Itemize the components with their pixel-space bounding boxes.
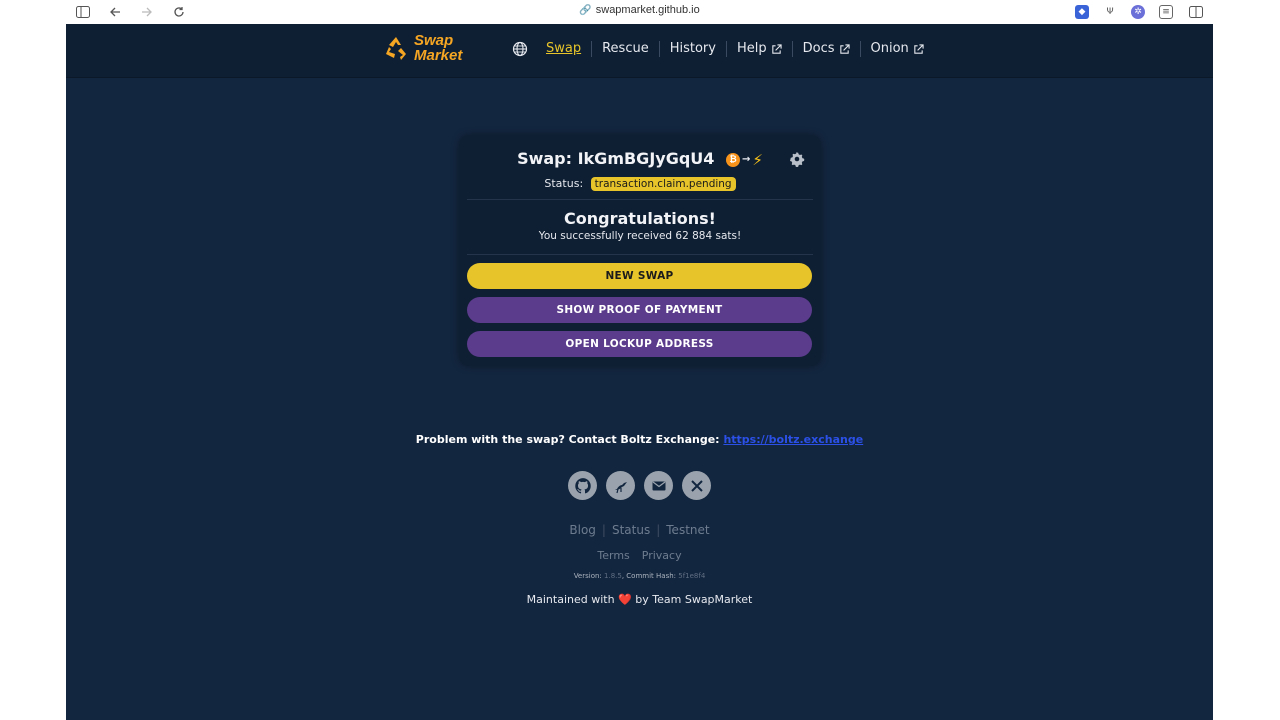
nav-item-history[interactable]: History — [658, 41, 726, 57]
version-value[interactable]: 1.8.5 — [604, 572, 622, 580]
separator: | — [656, 523, 661, 537]
commit-hash[interactable]: 5f1e8f4 — [678, 572, 705, 580]
footer-link-status[interactable]: Status — [612, 523, 650, 537]
footer-link-blog[interactable]: Blog — [569, 523, 596, 537]
nav-links: Swap Rescue History Help Docs Onion — [512, 41, 934, 57]
address-bar[interactable]: 🔗 swapmarket.github.io — [66, 4, 1213, 16]
boltz-link[interactable]: https://boltz.exchange — [723, 433, 863, 446]
maintained-prefix: Maintained with — [526, 593, 615, 606]
commit-label: , Commit Hash: — [621, 572, 677, 580]
legal-links: Terms Privacy — [66, 549, 1213, 562]
url-text: swapmarket.github.io — [595, 4, 700, 16]
nav-item-onion[interactable]: Onion — [859, 41, 934, 57]
nav-item-label: History — [669, 41, 716, 56]
extension-gear-icon[interactable]: ✲ — [1131, 5, 1145, 19]
globe-icon[interactable] — [512, 41, 528, 57]
footer-links: Blog | Status | Testnet — [66, 523, 1213, 537]
external-link-icon — [771, 43, 782, 54]
status-badge: transaction.claim.pending — [590, 177, 736, 191]
problem-contact: Problem with the swap? Contact Boltz Exc… — [66, 433, 1213, 446]
congrats-title: Congratulations! — [564, 209, 716, 228]
separator: | — [601, 523, 606, 537]
extension-shield-icon[interactable]: ◆ — [1075, 5, 1089, 19]
version-info: Version: 1.8.5, Commit Hash: 5f1e8f4 — [66, 572, 1213, 580]
footer-link-terms[interactable]: Terms — [597, 549, 629, 562]
bitcoin-icon: ₿ — [725, 152, 740, 167]
nav-item-label: Docs — [802, 41, 835, 56]
x-twitter-icon[interactable] — [682, 471, 711, 500]
divider — [467, 254, 813, 255]
version-label: Version: — [573, 572, 602, 580]
show-proof-button[interactable]: SHOW PROOF OF PAYMENT — [467, 297, 812, 323]
footer-link-privacy[interactable]: Privacy — [642, 549, 682, 562]
nostr-bird-icon[interactable] — [606, 471, 635, 500]
link-icon: 🔗 — [579, 5, 592, 16]
swap-direction: ₿ → ⚡ — [725, 150, 763, 169]
nav-item-swap[interactable]: Swap — [546, 41, 591, 57]
nav-item-rescue[interactable]: Rescue — [591, 41, 659, 57]
extension-fork-icon[interactable]: Ψ — [1103, 5, 1117, 19]
settings-gear-icon[interactable] — [789, 151, 805, 168]
swap-id: Swap: IkGmBGJyGqU4 — [517, 149, 715, 168]
status-label: Status: — [544, 177, 584, 190]
navbar: Swap Market Swap Rescue History Help Doc… — [66, 24, 1213, 78]
social-links — [568, 471, 711, 500]
lightning-icon: ⚡ — [752, 150, 763, 169]
logo-line-1: Swap — [414, 32, 454, 49]
heart-icon: ❤️ — [618, 593, 632, 606]
footer-link-testnet[interactable]: Testnet — [666, 523, 709, 537]
status-row: Status: transaction.claim.pending — [459, 177, 821, 191]
nav-item-help[interactable]: Help — [725, 41, 792, 57]
logo[interactable]: Swap Market — [382, 33, 462, 63]
congrats-message: You successfully received 62 884 sats! — [538, 230, 742, 242]
arrow-right-icon: → — [741, 154, 751, 165]
browser-toolbar: 🔗 swapmarket.github.io ◆ Ψ ✲ ≡ — [66, 0, 1213, 24]
split-view-icon[interactable] — [1187, 3, 1205, 21]
swap-title: Swap: IkGmBGJyGqU4 ₿ → ⚡ — [459, 149, 821, 169]
problem-text: Problem with the swap? Contact Boltz Exc… — [415, 433, 720, 446]
nav-item-label: Swap — [546, 41, 582, 56]
divider — [467, 199, 813, 200]
open-lockup-button[interactable]: OPEN LOCKUP ADDRESS — [467, 331, 812, 357]
nav-item-label: Onion — [870, 41, 909, 56]
nav-item-label: Rescue — [602, 41, 649, 56]
external-link-icon — [914, 43, 924, 54]
external-link-icon — [839, 43, 850, 54]
recycle-logo-icon — [382, 34, 410, 62]
nav-item-docs[interactable]: Docs — [791, 41, 860, 57]
maintained-by: Maintained with ❤️ by Team SwapMarket — [66, 593, 1213, 606]
nav-item-label: Help — [736, 41, 767, 56]
github-icon[interactable] — [568, 471, 597, 500]
maintained-suffix: by Team SwapMarket — [635, 593, 753, 606]
logo-line-2: Market — [414, 47, 463, 64]
email-icon[interactable] — [644, 471, 673, 500]
new-swap-button[interactable]: NEW SWAP — [467, 263, 812, 289]
swap-card: Swap: IkGmBGJyGqU4 ₿ → ⚡ Status: transac… — [459, 135, 821, 366]
page: Swap Market Swap Rescue History Help Doc… — [66, 24, 1213, 720]
extension-list-icon[interactable]: ≡ — [1159, 5, 1173, 19]
